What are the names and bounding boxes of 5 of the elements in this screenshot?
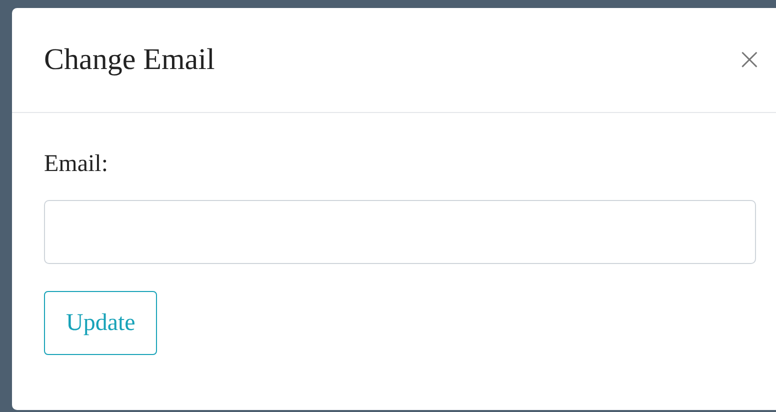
field-label: Email: [44, 151, 108, 178]
dialog-title: Change Email [44, 43, 215, 77]
close-button[interactable]: × [736, 45, 762, 75]
email-field[interactable] [44, 200, 756, 264]
update-button[interactable]: Update [44, 291, 158, 355]
